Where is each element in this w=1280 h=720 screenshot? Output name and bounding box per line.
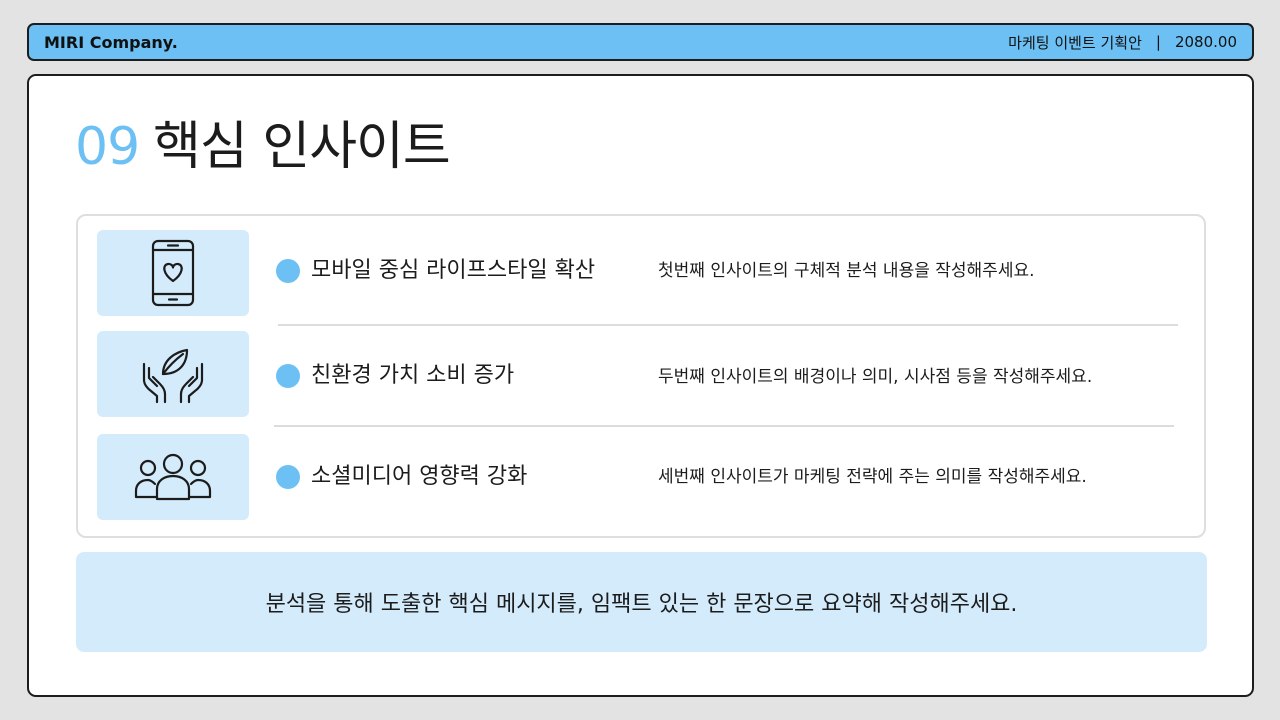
- row-divider: [278, 324, 1178, 326]
- page-number-label: 2080.00: [1174, 33, 1237, 51]
- doc-title: 마케팅 이벤트 기획안: [1008, 33, 1142, 52]
- row-divider: [274, 425, 1174, 427]
- insight-list: 모바일 중심 라이프스타일 확산 첫번째 인사이트의 구체적 분석 내용을 작성…: [76, 214, 1206, 538]
- bullet-dot: [276, 259, 300, 283]
- summary-text: 분석을 통해 도출한 핵심 메시지를, 임팩트 있는 한 문장으로 요약해 작성…: [265, 592, 1018, 617]
- insight-desc-2: 두번째 인사이트의 배경이나 의미, 시사점 등을 작성해주세요.: [658, 367, 1093, 387]
- insight-icon-tile-1: [97, 230, 249, 316]
- slide-card: 09 핵심 인사이트 모바일 중심 라이프스타일 확산 첫번째 인사이트의 구체적…: [27, 74, 1254, 697]
- summary-banner: 분석을 통해 도출한 핵심 메시지를, 임팩트 있는 한 문장으로 요약해 작성…: [76, 552, 1207, 652]
- hands-leaf-icon: [141, 344, 205, 404]
- brand-name: MIRI Company.: [44, 32, 178, 52]
- insight-title-3: 소셜미디어 영향력 강화: [311, 464, 528, 489]
- section-title: 핵심 인사이트: [153, 117, 451, 177]
- bullet-dot: [276, 364, 300, 388]
- smartphone-heart-icon: [149, 239, 197, 307]
- header-meta: 마케팅 이벤트 기획안 | 2080.00: [1008, 32, 1237, 53]
- section-number: 09: [75, 117, 140, 177]
- insight-desc-3: 세번째 인사이트가 마케팅 전략에 주는 의미를 작성해주세요.: [658, 467, 1087, 487]
- insight-title-2: 친환경 가치 소비 증가: [311, 363, 515, 388]
- insight-icon-tile-3: [97, 434, 249, 520]
- header-bar: MIRI Company. 마케팅 이벤트 기획안 | 2080.00: [27, 23, 1254, 61]
- insight-title-1: 모바일 중심 라이프스타일 확산: [311, 258, 596, 283]
- bullet-dot: [276, 465, 300, 489]
- header-separator: |: [1155, 33, 1161, 51]
- people-group-icon: [133, 453, 213, 501]
- insight-icon-tile-2: [97, 331, 249, 417]
- page-title: 09 핵심 인사이트: [75, 112, 451, 182]
- insight-desc-1: 첫번째 인사이트의 구체적 분석 내용을 작성해주세요.: [658, 261, 1035, 281]
